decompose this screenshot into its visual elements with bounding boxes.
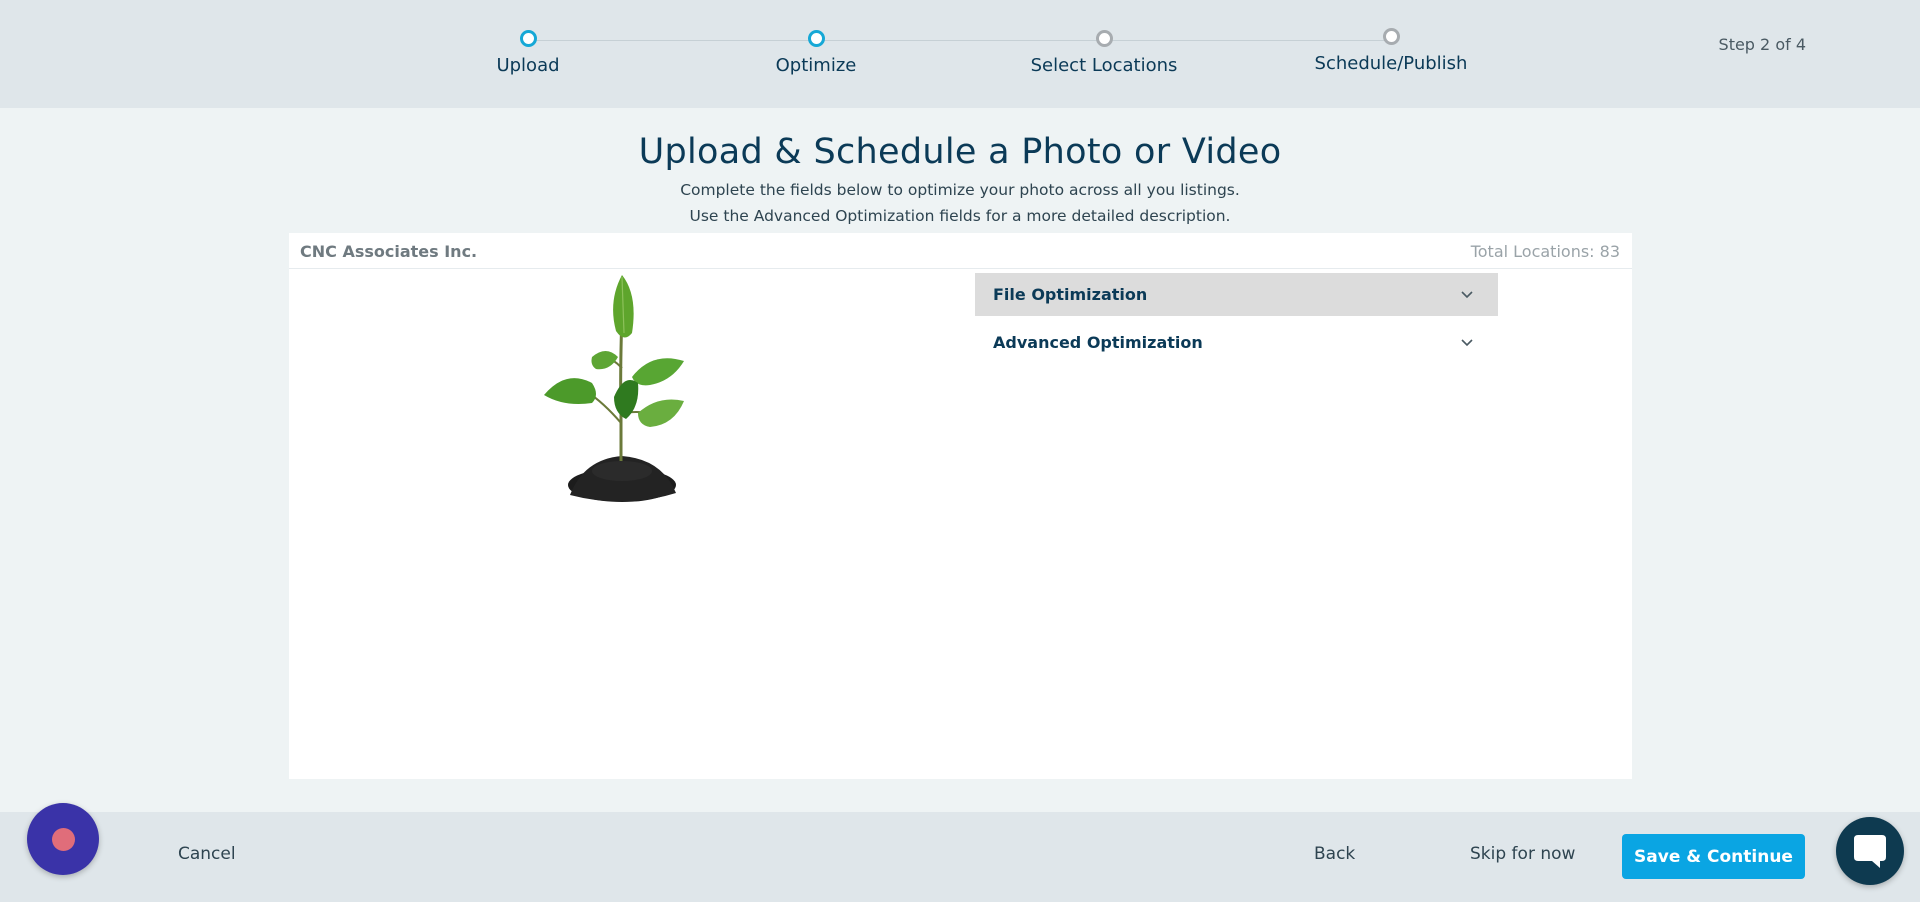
chat-bubble-glyph: [1854, 835, 1886, 868]
step-label: Schedule/Publish: [1314, 53, 1468, 74]
accordion-label: File Optimization: [993, 285, 1148, 304]
stepper-line: [528, 40, 1392, 41]
assistant-dot: [52, 828, 75, 851]
optimization-card: CNC Associates Inc. Total Locations: 83 …: [289, 233, 1632, 779]
step-counter: Step 2 of 4: [1718, 35, 1806, 54]
cancel-button[interactable]: Cancel: [178, 844, 236, 864]
back-button[interactable]: Back: [1314, 844, 1355, 864]
progress-stepper: Upload Optimize Select Locations Schedul…: [0, 0, 1920, 108]
card-header: CNC Associates Inc. Total Locations: 83: [289, 233, 1632, 269]
page-subtitle: Complete the fields below to optimize yo…: [680, 181, 1240, 199]
file-optimization-accordion[interactable]: File Optimization: [975, 273, 1498, 316]
total-locations: Total Locations: 83: [1470, 242, 1620, 261]
step-label: Upload: [496, 55, 560, 76]
page-subtitle-advanced: Use the Advanced Optimization fields for…: [689, 207, 1231, 225]
chat-bubble-icon[interactable]: [1836, 817, 1904, 885]
step-dot-icon: [1382, 28, 1400, 45]
chevron-down-icon: [1461, 291, 1473, 299]
save-continue-button[interactable]: Save & Continue: [1622, 834, 1805, 879]
step-upload[interactable]: Upload: [418, 30, 638, 76]
chevron-down-icon: [1461, 339, 1473, 347]
advanced-optimization-accordion[interactable]: Advanced Optimization: [975, 321, 1498, 364]
step-dot-icon: [519, 30, 537, 47]
skip-for-now-button[interactable]: Skip for now: [1470, 844, 1575, 864]
page-title: Upload & Schedule a Photo or Video: [638, 132, 1282, 172]
accordion-label: Advanced Optimization: [993, 333, 1203, 352]
assistant-icon[interactable]: [27, 803, 99, 875]
step-label: Select Locations: [1030, 55, 1178, 76]
step-select-locations[interactable]: Select Locations: [994, 30, 1214, 76]
plant-seedling-photo: [544, 275, 684, 502]
company-name: CNC Associates Inc.: [300, 242, 478, 261]
step-dot-icon: [807, 30, 825, 47]
step-label: Optimize: [775, 55, 857, 76]
step-schedule-publish[interactable]: Schedule/Publish: [1281, 28, 1501, 74]
footer-action-bar: Cancel Back Skip for now Save & Continue: [0, 812, 1920, 902]
step-optimize[interactable]: Optimize: [706, 30, 926, 76]
step-dot-icon: [1095, 30, 1113, 47]
